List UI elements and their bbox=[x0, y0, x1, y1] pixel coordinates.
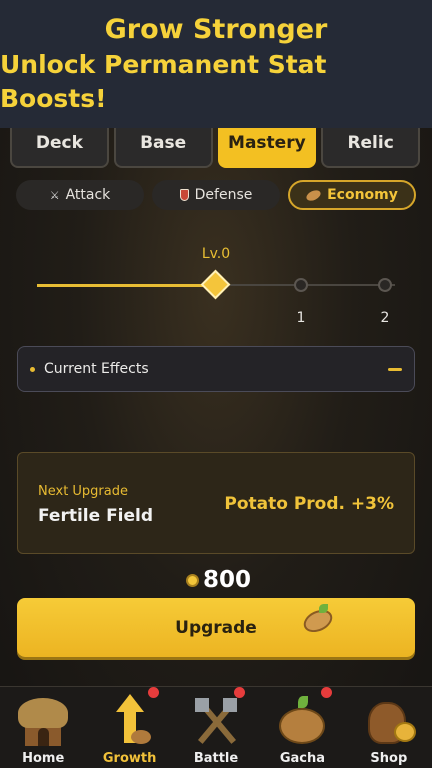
bottom-nav: Home Growth Battle Gacha Shop bbox=[0, 686, 432, 768]
nav-shop[interactable]: Shop bbox=[346, 687, 432, 768]
next-upgrade-effect: Potato Prod. +3% bbox=[224, 494, 394, 514]
next-upgrade-card: Next Upgrade Fertile Field Potato Prod. … bbox=[17, 452, 415, 554]
current-level-marker[interactable] bbox=[200, 269, 231, 300]
nav-home[interactable]: Home bbox=[0, 687, 86, 768]
subtab-attack-label: Attack bbox=[65, 187, 111, 203]
next-upgrade-name: Fertile Field bbox=[38, 506, 154, 526]
potato-icon bbox=[300, 605, 336, 637]
potato-icon bbox=[304, 187, 323, 203]
nav-growth[interactable]: Growth bbox=[86, 687, 172, 768]
level-node-1-label: 1 bbox=[296, 310, 306, 326]
money-bag-icon bbox=[362, 694, 416, 748]
subtab-attack[interactable]: ⚔ Attack bbox=[16, 180, 144, 210]
collapse-icon[interactable] bbox=[388, 367, 402, 371]
level-track-fill bbox=[37, 284, 215, 287]
promo-banner: Grow Stronger Unlock Permanent Stat Boos… bbox=[0, 0, 432, 128]
level-node-2-label: 2 bbox=[380, 310, 390, 326]
level-node-1[interactable] bbox=[294, 278, 308, 292]
subtab-defense[interactable]: Defense bbox=[152, 180, 280, 210]
upgrade-button[interactable]: Upgrade bbox=[17, 598, 415, 657]
nav-battle-label: Battle bbox=[193, 751, 239, 766]
upgrade-cost: 800 bbox=[186, 565, 251, 595]
crossed-swords-icon: ⚔ bbox=[49, 188, 60, 202]
nav-battle[interactable]: Battle bbox=[173, 687, 259, 768]
arrow-up-icon bbox=[103, 694, 157, 748]
shield-icon bbox=[179, 189, 189, 201]
crossed-axes-icon bbox=[189, 694, 243, 748]
nav-gacha[interactable]: Gacha bbox=[259, 687, 345, 768]
current-effects-panel[interactable]: Current Effects bbox=[17, 346, 415, 392]
potato-sprout-icon bbox=[275, 694, 329, 748]
current-level-label: Lv.0 bbox=[201, 246, 231, 262]
sprout-icon bbox=[319, 604, 328, 613]
hut-icon bbox=[16, 694, 70, 748]
upgrade-cost-value: 800 bbox=[203, 567, 252, 593]
upgrade-button-label: Upgrade bbox=[175, 617, 257, 638]
nav-gacha-label: Gacha bbox=[279, 751, 326, 766]
banner-title: Grow Stronger bbox=[104, 14, 328, 45]
nav-growth-label: Growth bbox=[102, 751, 157, 766]
current-effects-title: Current Effects bbox=[44, 361, 149, 377]
subtab-economy-label: Economy bbox=[327, 187, 398, 203]
coin-icon bbox=[186, 573, 199, 587]
subtab-defense-label: Defense bbox=[194, 187, 253, 203]
next-upgrade-label: Next Upgrade bbox=[38, 484, 128, 499]
nav-shop-label: Shop bbox=[370, 751, 408, 766]
level-node-2[interactable] bbox=[378, 278, 392, 292]
nav-home-label: Home bbox=[22, 751, 65, 766]
bullet-icon bbox=[30, 366, 35, 372]
banner-subtitle: Unlock Permanent Stat Boosts! bbox=[0, 50, 327, 113]
mastery-subtabs: ⚔ Attack Defense Economy bbox=[16, 180, 416, 210]
subtab-economy[interactable]: Economy bbox=[288, 180, 416, 210]
